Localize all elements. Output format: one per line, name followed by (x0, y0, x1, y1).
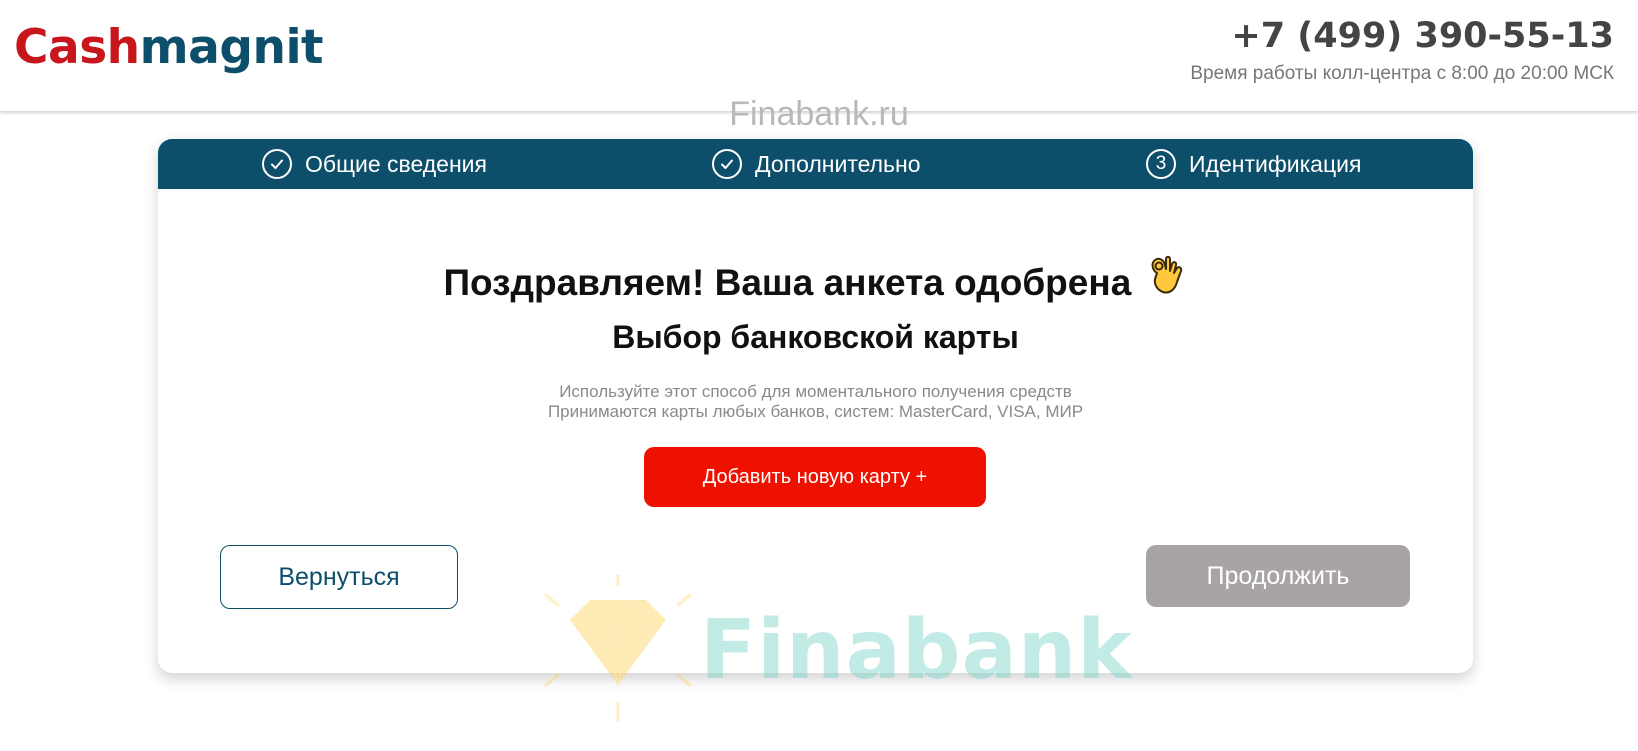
step-number-badge: 3 (1146, 149, 1176, 179)
phone-number[interactable]: +7 (499) 390-55-13 (1231, 14, 1614, 58)
step-label: Идентификация (1189, 150, 1362, 177)
progress-steps: Общие сведения Дополнительно 3 Идентифик… (158, 139, 1473, 189)
step-label: Общие сведения (305, 150, 487, 177)
add-new-card-button[interactable]: Добавить новую карту + (644, 447, 986, 507)
approval-title-text: Поздравляем! Ваша анкета одобрена (443, 262, 1132, 303)
application-card: Общие сведения Дополнительно 3 Идентифик… (158, 139, 1473, 673)
ok-hand-icon (1148, 255, 1188, 307)
logo-part-cash: Cash (14, 20, 140, 75)
watermark-bottom: Finabank (700, 603, 1133, 698)
description: Используйте этот способ для моментальног… (158, 382, 1473, 422)
call-center-hours: Время работы колл-центра с 8:00 до 20:00… (1190, 63, 1614, 84)
approval-title: Поздравляем! Ваша анкета одобрена (158, 255, 1473, 307)
logo-part-magnit: magnit (139, 20, 324, 75)
check-circle-icon (262, 149, 292, 179)
step-additional: Дополнительно (712, 139, 921, 189)
step-general-info: Общие сведения (262, 139, 487, 189)
watermark-top: Finabank.ru (729, 95, 909, 133)
description-line-1: Используйте этот способ для моментальног… (559, 382, 1072, 401)
description-line-2: Принимаются карты любых банков, систем: … (547, 402, 1084, 421)
back-button[interactable]: Вернуться (220, 545, 458, 609)
continue-button[interactable]: Продолжить (1146, 545, 1410, 607)
check-circle-icon (712, 149, 742, 179)
card-selection-title: Выбор банковской карты (612, 319, 1019, 355)
step-label: Дополнительно (755, 150, 921, 177)
logo[interactable]: Cashmagnit (14, 18, 324, 78)
step-identification: 3 Идентификация (1146, 139, 1361, 189)
